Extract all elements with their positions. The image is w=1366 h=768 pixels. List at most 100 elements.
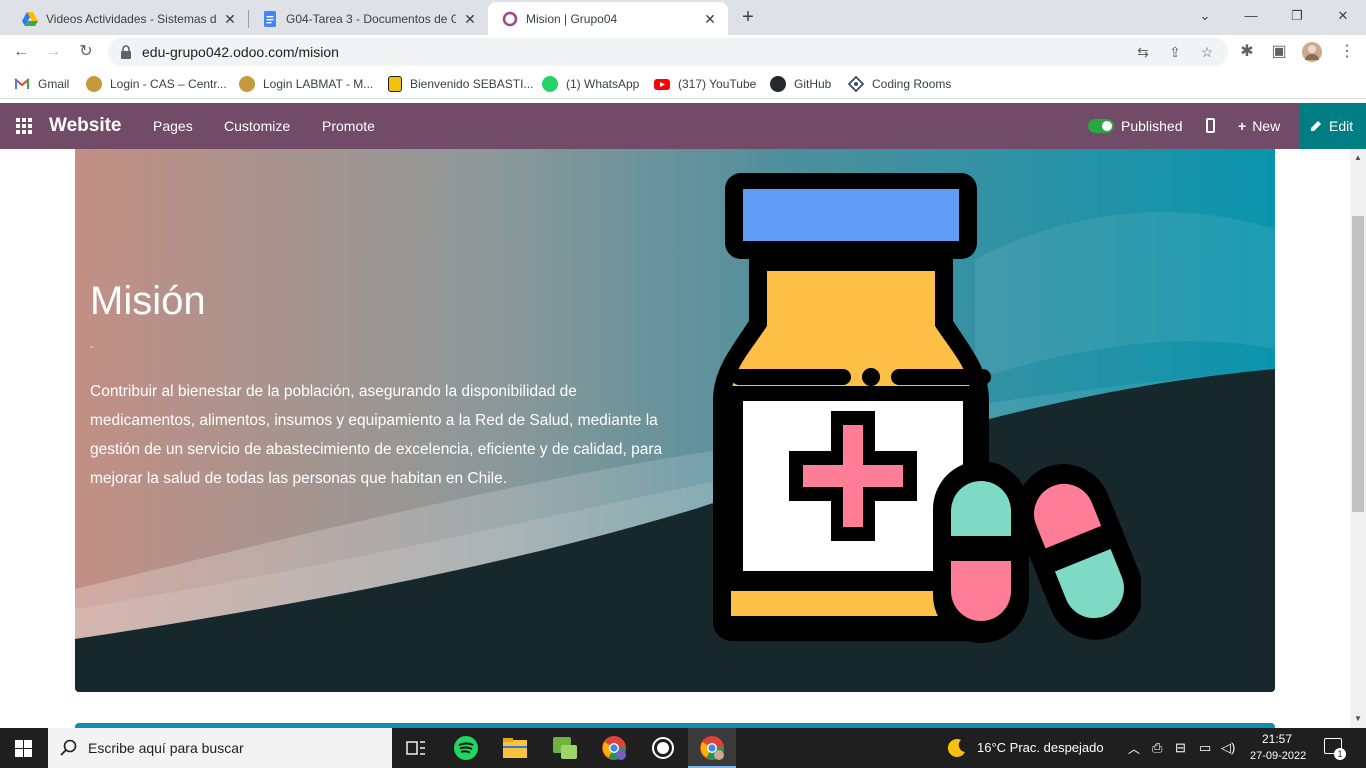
tab-videos-actividades[interactable]: Videos Actividades - Sistemas de ✕: [8, 2, 248, 35]
lock-icon: [121, 45, 131, 59]
chrome-active-icon[interactable]: [688, 728, 736, 768]
tab-search-icon[interactable]: ⌄: [1182, 4, 1228, 28]
chrome-profile-icon[interactable]: [590, 728, 638, 768]
bookmark-bienvenido[interactable]: Bienvenido SEBASTI...: [388, 75, 533, 93]
cas-icon: [86, 76, 102, 92]
menu-pages[interactable]: Pages: [153, 118, 193, 134]
side-panel-icon[interactable]: ▣: [1266, 39, 1292, 65]
gmail-icon: [14, 78, 30, 89]
windows-start-icon[interactable]: [15, 740, 32, 757]
reload-button[interactable]: ↻: [73, 39, 99, 65]
title-separator: -: [90, 342, 94, 353]
scroll-down-icon[interactable]: ▼: [1354, 714, 1362, 723]
windows-taskbar: Escribe aquí para buscar 16°C Prac. desp…: [0, 728, 1366, 768]
bookmark-label: Coding Rooms: [872, 77, 952, 91]
back-button[interactable]: ←: [8, 39, 34, 65]
spotify-icon[interactable]: [442, 728, 490, 768]
battery-icon[interactable]: ▭: [1199, 740, 1211, 756]
published-label[interactable]: Published: [1121, 118, 1183, 134]
whatsapp-taskbar-icon[interactable]: [639, 728, 687, 768]
edit-button[interactable]: Edit: [1299, 103, 1366, 149]
tab-title: Videos Actividades - Sistemas de: [46, 11, 216, 26]
tab-title: Mision | Grupo04: [526, 11, 618, 26]
bookmark-label: (317) YouTube: [678, 77, 757, 91]
youtube-icon: [654, 79, 670, 90]
close-icon[interactable]: ✕: [702, 11, 718, 27]
apps-grid-icon[interactable]: [16, 118, 32, 134]
pencil-icon: [1311, 121, 1321, 131]
address-bar[interactable]: edu-grupo042.odoo.com/mision ⇆ ⇪ ☆: [108, 38, 1228, 66]
mission-text: Contribuir al bienestar de la población,…: [90, 383, 663, 487]
labmat-icon: [239, 76, 255, 92]
page-content: Misión - Contribuir al bienestar de la p…: [0, 149, 1350, 728]
network-icon[interactable]: ⊟: [1175, 740, 1186, 756]
clock-date[interactable]: 27-09-2022: [1250, 750, 1306, 762]
published-toggle[interactable]: [1088, 119, 1114, 133]
bookmark-label: (1) WhatsApp: [566, 77, 640, 91]
profile-avatar[interactable]: [1299, 39, 1325, 65]
show-hidden-icons[interactable]: ︿: [1128, 740, 1140, 757]
extensions-icon[interactable]: ✱: [1234, 39, 1260, 65]
bookmark-labmat[interactable]: Login LABMAT - M...: [239, 75, 373, 93]
chrome-menu-icon[interactable]: ⋮: [1334, 39, 1360, 65]
bookmark-github[interactable]: GitHub: [770, 75, 831, 93]
bookmark-label: Login LABMAT - M...: [263, 77, 374, 91]
qlik-app-icon[interactable]: [541, 728, 589, 768]
meet-now-icon[interactable]: ⎙: [1152, 740, 1162, 756]
new-label: New: [1252, 118, 1281, 134]
edit-label: Edit: [1329, 118, 1354, 134]
volume-icon[interactable]: ◁): [1221, 740, 1235, 756]
taskbar-search[interactable]: Escribe aquí para buscar: [48, 728, 392, 768]
menu-promote[interactable]: Promote: [322, 118, 375, 134]
scrollbar-thumb[interactable]: [1352, 216, 1364, 512]
bookmark-coding-rooms[interactable]: Coding Rooms: [848, 75, 951, 93]
url-text: edu-grupo042.odoo.com/mision: [142, 44, 339, 60]
mission-hero-section: Misión - Contribuir al bienestar de la p…: [75, 149, 1275, 692]
bookmark-label: GitHub: [794, 77, 832, 91]
restore-button[interactable]: ❐: [1274, 4, 1320, 28]
close-icon[interactable]: ✕: [222, 11, 238, 27]
new-tab-button[interactable]: +: [736, 6, 760, 30]
task-view-icon[interactable]: [392, 728, 440, 768]
bookmark-label: Gmail: [38, 77, 70, 91]
file-explorer-icon[interactable]: [491, 728, 539, 768]
share-icon[interactable]: ⇪: [1166, 43, 1184, 61]
plus-icon: +: [1238, 118, 1247, 134]
whatsapp-icon: [542, 76, 558, 92]
github-icon: [770, 76, 786, 92]
bookmark-label: Login - CAS – Centr...: [110, 77, 227, 91]
tab-strip: Videos Actividades - Sistemas de ✕ G04-T…: [0, 0, 1366, 35]
bookmark-cas[interactable]: Login - CAS – Centr...: [86, 75, 227, 93]
mobile-preview-icon[interactable]: [1206, 118, 1215, 133]
forward-button[interactable]: →: [40, 39, 66, 65]
bookmark-whatsapp[interactable]: (1) WhatsApp: [542, 75, 639, 93]
minimize-button[interactable]: —: [1228, 4, 1274, 28]
mission-title: Misión: [90, 279, 206, 323]
new-button[interactable]: + New: [1238, 118, 1280, 134]
page-scrollbar[interactable]: ▲ ▼: [1350, 149, 1366, 728]
tab-mision[interactable]: Mision | Grupo04 ✕: [488, 2, 728, 35]
bookmark-star-icon[interactable]: ☆: [1198, 43, 1216, 61]
medicine-bottle-illustration: [713, 173, 1141, 643]
translate-icon[interactable]: ⇆: [1134, 43, 1152, 61]
scroll-up-icon[interactable]: ▲: [1354, 153, 1362, 162]
bookmark-gmail[interactable]: Gmail: [14, 75, 69, 93]
info-icon: [388, 76, 402, 92]
bookmark-youtube[interactable]: (317) YouTube: [654, 75, 756, 93]
weather-text[interactable]: 16°C Prac. despejado: [977, 740, 1104, 755]
odoo-website-bar: Website Pages Customize Promote Publishe…: [0, 103, 1366, 149]
close-icon[interactable]: ✕: [462, 11, 478, 27]
weather-moon-icon[interactable]: [946, 737, 968, 759]
website-brand[interactable]: Website: [49, 115, 122, 137]
tab-g04-tarea[interactable]: G04-Tarea 3 - Documentos de Go ✕: [248, 2, 488, 35]
browser-toolbar: ← → ↻ edu-grupo042.odoo.com/mision ⇆ ⇪ ☆…: [0, 35, 1366, 69]
google-docs-icon: [264, 10, 276, 27]
bookmarks-bar: Gmail Login - CAS – Centr... Login LABMA…: [0, 69, 1366, 99]
clock-time[interactable]: 21:57: [1262, 732, 1292, 746]
notification-count: 1: [1334, 748, 1346, 760]
google-drive-icon: [22, 11, 38, 26]
tab-title: G04-Tarea 3 - Documentos de Go: [286, 11, 456, 26]
window-close-button[interactable]: ✕: [1320, 4, 1366, 28]
bookmark-label: Bienvenido SEBASTI...: [410, 77, 534, 91]
menu-customize[interactable]: Customize: [224, 118, 290, 134]
